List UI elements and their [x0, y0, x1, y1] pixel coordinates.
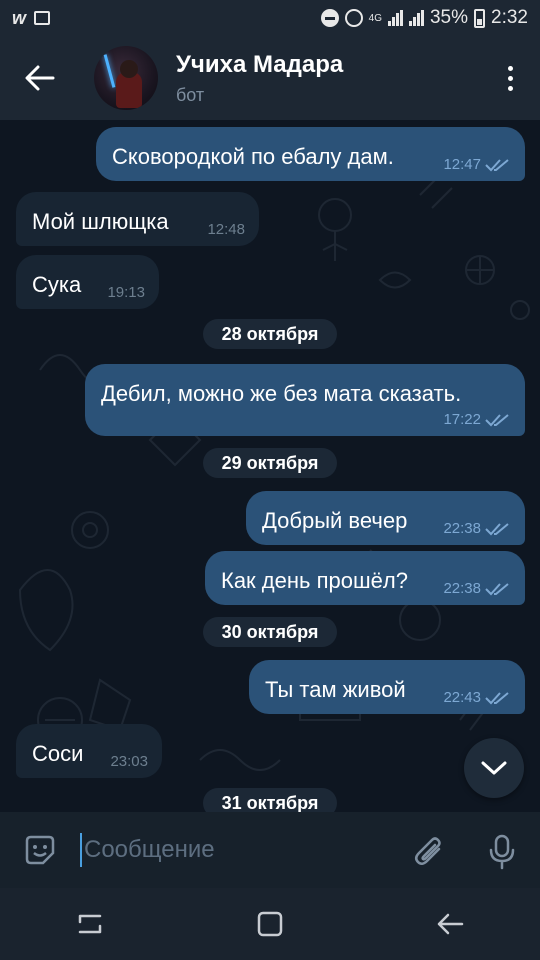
attach-button[interactable] [408, 830, 452, 874]
battery-icon [474, 8, 486, 28]
date-separator: 30 октября [203, 617, 337, 647]
do-not-disturb-icon [320, 9, 339, 27]
dot-icon [507, 75, 513, 81]
message-bubble-outgoing[interactable]: Дебил, можно же без мата сказать. 17:22 [85, 364, 525, 436]
dot-icon [507, 65, 513, 71]
home-icon [257, 911, 283, 937]
chat-area[interactable]: Сковородкой по ебалу дам. 12:47 Мой шлющ… [0, 120, 540, 812]
sticker-icon [25, 835, 55, 865]
message-time: 17:22 [443, 411, 481, 428]
message-bubble-outgoing[interactable]: Добрый вечер 22:38 [246, 491, 525, 545]
double-check-icon [485, 582, 509, 595]
app-notification-icon: w [12, 7, 27, 28]
message-time: 12:48 [207, 221, 245, 238]
double-check-icon [485, 413, 509, 426]
message-text: Соси [32, 741, 84, 766]
gallery-notification-icon [34, 11, 51, 25]
scroll-to-bottom-button[interactable] [464, 738, 524, 798]
message-time: 22:43 [443, 689, 481, 706]
message-bubble-outgoing[interactable]: Ты там живой 22:43 [249, 660, 525, 714]
message-input[interactable] [84, 830, 404, 870]
alarm-icon [344, 9, 363, 27]
message-meta: 12:48 [207, 221, 245, 238]
text-cursor [80, 833, 82, 867]
battery-percent: 35% [429, 7, 469, 28]
double-check-icon [485, 522, 509, 535]
message-text: Мой шлющка [32, 209, 169, 234]
double-check-icon [485, 158, 509, 171]
status-right: 4G 35% 2:32 [320, 7, 528, 29]
message-text: Дебил, можно же без мата сказать. [101, 381, 462, 406]
network-type: 4G [368, 12, 382, 24]
message-meta: 23:03 [110, 753, 148, 770]
message-text: Ты там живой [265, 677, 406, 702]
message-time: 22:38 [443, 520, 481, 537]
back-nav-button[interactable] [410, 888, 490, 960]
more-menu-button[interactable] [480, 36, 540, 120]
dot-icon [507, 85, 513, 91]
message-text: Сука [32, 272, 82, 297]
back-button[interactable] [0, 36, 80, 120]
arrow-left-icon [25, 65, 55, 91]
emoji-button[interactable] [0, 812, 80, 888]
message-time: 12:47 [443, 156, 481, 173]
message-meta: 22:38 [443, 580, 511, 597]
recent-apps-button[interactable] [50, 888, 130, 960]
status-bar: w 4G 35% 2:32 [0, 0, 540, 36]
message-bubble-outgoing[interactable]: Сковородкой по ебалу дам. 12:47 [96, 127, 525, 181]
message-bubble-incoming[interactable]: Сука 19:13 [16, 255, 159, 309]
paperclip-icon [415, 837, 441, 865]
date-separator: 31 октября [203, 788, 337, 812]
system-nav-bar [0, 888, 540, 960]
clock: 2:32 [491, 7, 528, 28]
avatar-saber [103, 54, 116, 88]
message-composer [0, 812, 540, 888]
chat-subtitle: бот [176, 84, 205, 105]
message-text: Как день прошёл? [221, 568, 408, 593]
avatar[interactable] [94, 46, 158, 110]
message-bubble-incoming[interactable]: Мой шлющка 12:48 [16, 192, 259, 246]
back-arrow-icon [437, 913, 464, 935]
home-button[interactable] [230, 888, 310, 960]
voice-record-button[interactable] [480, 830, 524, 874]
signal-icon-2 [408, 10, 424, 26]
message-bubble-incoming[interactable]: Соси 23:03 [16, 724, 162, 778]
status-left: w [12, 7, 51, 29]
message-time: 22:38 [443, 580, 481, 597]
microphone-icon [489, 834, 515, 870]
chat-title: Учиха Мадара [176, 50, 344, 78]
message-time: 23:03 [110, 753, 148, 770]
message-meta: 22:43 [443, 689, 511, 706]
message-meta: 17:22 [443, 411, 511, 428]
avatar-head [120, 60, 138, 78]
signal-icon [387, 10, 403, 26]
message-bubble-outgoing[interactable]: Как день прошёл? 22:38 [205, 551, 525, 605]
date-separator: 28 октября [203, 319, 337, 349]
message-text: Добрый вечер [262, 508, 408, 533]
message-meta: 22:38 [443, 520, 511, 537]
chat-header: Учиха Мадара бот [0, 36, 540, 120]
message-meta: 12:47 [443, 156, 511, 173]
date-separator: 29 октября [203, 448, 337, 478]
message-text: Сковородкой по ебалу дам. [112, 144, 394, 169]
recent-apps-icon [78, 914, 102, 934]
title-block[interactable]: Учиха Мадара бот [176, 51, 343, 106]
message-time: 19:13 [107, 284, 145, 301]
chevron-down-icon [481, 761, 507, 775]
double-check-icon [485, 691, 509, 704]
message-meta: 19:13 [107, 284, 145, 301]
